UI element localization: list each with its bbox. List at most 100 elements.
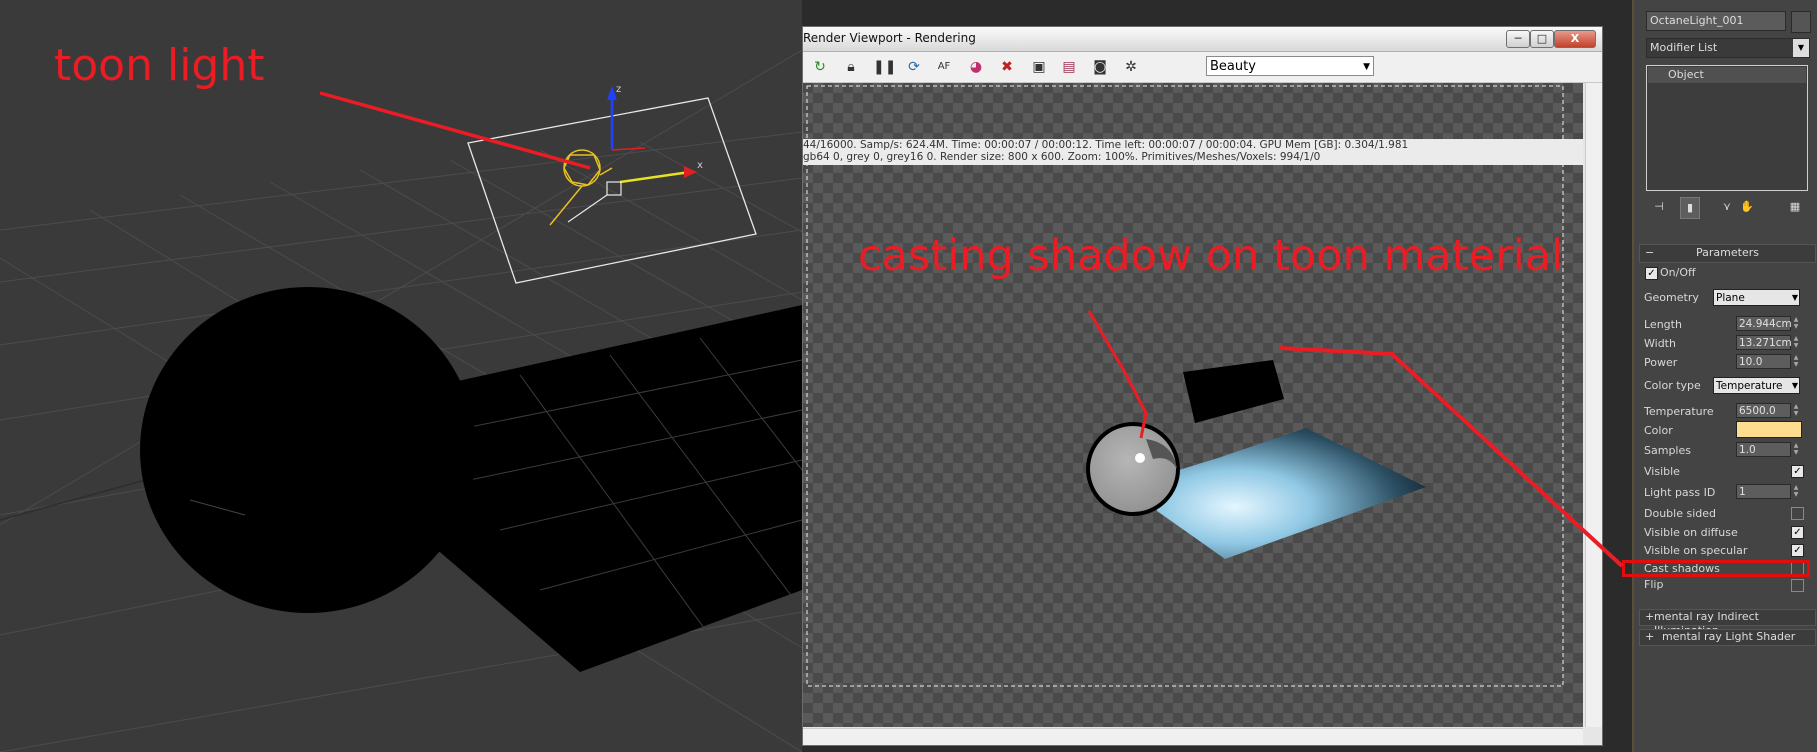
flip-checkbox[interactable]	[1791, 579, 1804, 592]
screen-icon[interactable]: ▣	[1029, 57, 1049, 77]
render-statistics: 44/16000. Samp/s: 624.4M. Time: 00:00:07…	[803, 139, 1583, 165]
light-pass-id-label: Light pass ID	[1644, 486, 1716, 499]
lock-icon[interactable]: 🔒︎	[841, 57, 861, 77]
temperature-spinner-arrows[interactable]: ▲ ▼	[1792, 403, 1800, 418]
rollout-label: mental ray Light Shader	[1662, 630, 1796, 643]
expand-icon: +	[1645, 610, 1655, 623]
color-label: Color	[1644, 424, 1673, 437]
width-spinner[interactable]: 13.271cm	[1736, 335, 1792, 350]
visible-checkbox[interactable]: ✓	[1791, 465, 1804, 478]
samples-spinner-arrows[interactable]: ▲ ▼	[1792, 442, 1800, 457]
double-sided-checkbox[interactable]	[1791, 507, 1804, 520]
make-unique-icon[interactable]: ⋎	[1718, 197, 1736, 217]
temperature-label: Temperature	[1644, 405, 1714, 418]
maximize-button[interactable]: □	[1530, 30, 1554, 48]
double-sided-label: Double sided	[1644, 507, 1716, 520]
render-viewport-window: Render Viewport - Rendering ─ □ X ↻ 🔒︎ ❚…	[802, 26, 1603, 746]
axis-z-label: z	[616, 84, 621, 95]
restart-icon[interactable]: ⟳	[904, 57, 924, 77]
toon-light-annotation: toon light	[54, 40, 265, 91]
render-stats-line1: 44/16000. Samp/s: 624.4M. Time: 00:00:07…	[803, 139, 1409, 151]
length-spinner[interactable]: 24.944cm	[1736, 316, 1792, 331]
length-spinner-arrows[interactable]: ▲ ▼	[1792, 316, 1800, 331]
geometry-label: Geometry	[1644, 291, 1699, 304]
rollout-mental-ray-light-shader[interactable]: + mental ray Light Shader	[1639, 629, 1816, 646]
modifier-list-label: Modifier List	[1650, 41, 1718, 54]
vertical-scrollbar[interactable]	[1585, 83, 1602, 727]
power-spinner-arrows[interactable]: ▲ ▼	[1792, 354, 1800, 369]
show-end-result-icon[interactable]: ▮	[1680, 197, 1700, 219]
visible-on-specular-checkbox[interactable]: ✓	[1791, 544, 1804, 557]
width-spinner-arrows[interactable]: ▲ ▼	[1792, 335, 1800, 350]
chevron-down-icon: ▼	[1793, 39, 1809, 57]
toon-sphere	[1086, 422, 1180, 516]
power-spinner[interactable]: 10.0	[1736, 354, 1791, 369]
render-pass-value: Beauty	[1210, 59, 1256, 74]
cast-shadows-highlight	[1622, 560, 1810, 577]
object-name-field[interactable]: OctaneLight_001	[1646, 11, 1786, 31]
on-off-label: On/Off	[1660, 266, 1696, 279]
visible-on-diffuse-label: Visible on diffuse	[1644, 526, 1738, 539]
toon-light-arrow	[319, 91, 591, 170]
save-icon[interactable]: ▤	[1059, 57, 1079, 77]
casting-shadow-annotation: casting shadow on toon material	[858, 231, 1563, 281]
samples-spinner[interactable]: 1.0	[1736, 442, 1791, 457]
stack-toolbar: ⊣ ▮ ⋎ ✋ ▦	[1646, 197, 1810, 219]
collapse-icon: −	[1645, 246, 1655, 259]
geometry-select[interactable]: Plane ▼	[1713, 289, 1800, 306]
clear-icon[interactable]: ✖	[997, 57, 1017, 77]
parameters-rollout-title: Parameters	[1696, 246, 1759, 259]
perspective-viewport[interactable]: z x toon light	[0, 0, 802, 752]
color-type-select[interactable]: Temperature ▼	[1713, 377, 1800, 394]
close-button[interactable]: X	[1554, 30, 1596, 48]
render-stats-line2: gb64 0, grey 0, grey16 0. Render size: 8…	[803, 151, 1321, 163]
horizontal-scrollbar[interactable]	[803, 728, 1583, 745]
samples-label: Samples	[1644, 444, 1691, 457]
parameters-rollout-header[interactable]: − Parameters	[1639, 244, 1816, 263]
light-color-swatch[interactable]	[1736, 421, 1802, 438]
render-pass-select[interactable]: Beauty ▼	[1206, 56, 1374, 76]
temperature-spinner[interactable]: 6500.0	[1736, 403, 1791, 418]
visible-on-specular-label: Visible on specular	[1644, 544, 1748, 557]
plane-shadow	[420, 305, 802, 672]
render-output[interactable]: 44/16000. Samp/s: 624.4M. Time: 00:00:07…	[803, 83, 1583, 727]
color-picker-icon[interactable]: ◕	[966, 57, 986, 77]
settings-icon[interactable]: ✲	[1121, 57, 1141, 77]
rollout-mental-ray-indirect-illumination[interactable]: + mental ray Indirect Illumination	[1639, 609, 1816, 637]
focus-pick-icon[interactable]: AF	[934, 57, 954, 77]
camera-icon[interactable]: ◙	[1090, 57, 1110, 77]
render-region-frame	[806, 85, 1564, 687]
color-type-label: Color type	[1644, 379, 1701, 392]
on-off-checkbox[interactable]: ✓	[1645, 267, 1658, 280]
object-color-swatch[interactable]	[1791, 11, 1811, 33]
axis-x-label: x	[697, 160, 703, 171]
flip-label: Flip	[1644, 578, 1664, 591]
command-panel: OctaneLight_001 Modifier List ▼ Object ⊣…	[1632, 0, 1817, 752]
modifier-list-dropdown[interactable]: Modifier List ▼	[1646, 38, 1810, 58]
power-label: Power	[1644, 356, 1678, 369]
chevron-down-icon: ▼	[1363, 62, 1370, 72]
expand-icon: +	[1645, 630, 1655, 643]
configure-sets-icon[interactable]: ▦	[1786, 197, 1804, 217]
width-label: Width	[1644, 337, 1676, 350]
render-toolbar: ↻ 🔒︎ ❚❚ ⟳ AF ◕ ✖ ▣ ▤ ◙ ✲ Beauty ▼	[803, 52, 1602, 83]
chevron-down-icon: ▼	[1791, 293, 1798, 302]
pin-stack-icon[interactable]: ⊣	[1650, 197, 1668, 217]
viewport-scene: z x	[0, 49, 802, 752]
sphere-shadow	[140, 287, 476, 613]
render-scene	[806, 85, 1564, 687]
remove-modifier-icon[interactable]: ✋	[1738, 197, 1756, 217]
visible-label: Visible	[1644, 465, 1680, 478]
minimize-button[interactable]: ─	[1506, 30, 1530, 48]
modifier-stack[interactable]: Object	[1646, 65, 1808, 191]
light-pass-id-spinner-arrows[interactable]: ▲ ▼	[1792, 484, 1800, 499]
geometry-value: Plane	[1716, 292, 1745, 304]
visible-on-diffuse-checkbox[interactable]: ✓	[1791, 526, 1804, 539]
pause-icon[interactable]: ❚❚	[873, 57, 896, 77]
refresh-icon[interactable]: ↻	[810, 57, 830, 77]
light-pass-id-spinner[interactable]: 1	[1736, 484, 1791, 499]
render-window-titlebar[interactable]: Render Viewport - Rendering ─ □ X	[803, 27, 1602, 52]
stack-item-object[interactable]: Object	[1648, 67, 1806, 83]
chevron-down-icon: ▼	[1791, 381, 1798, 390]
lit-plane	[1153, 428, 1426, 559]
